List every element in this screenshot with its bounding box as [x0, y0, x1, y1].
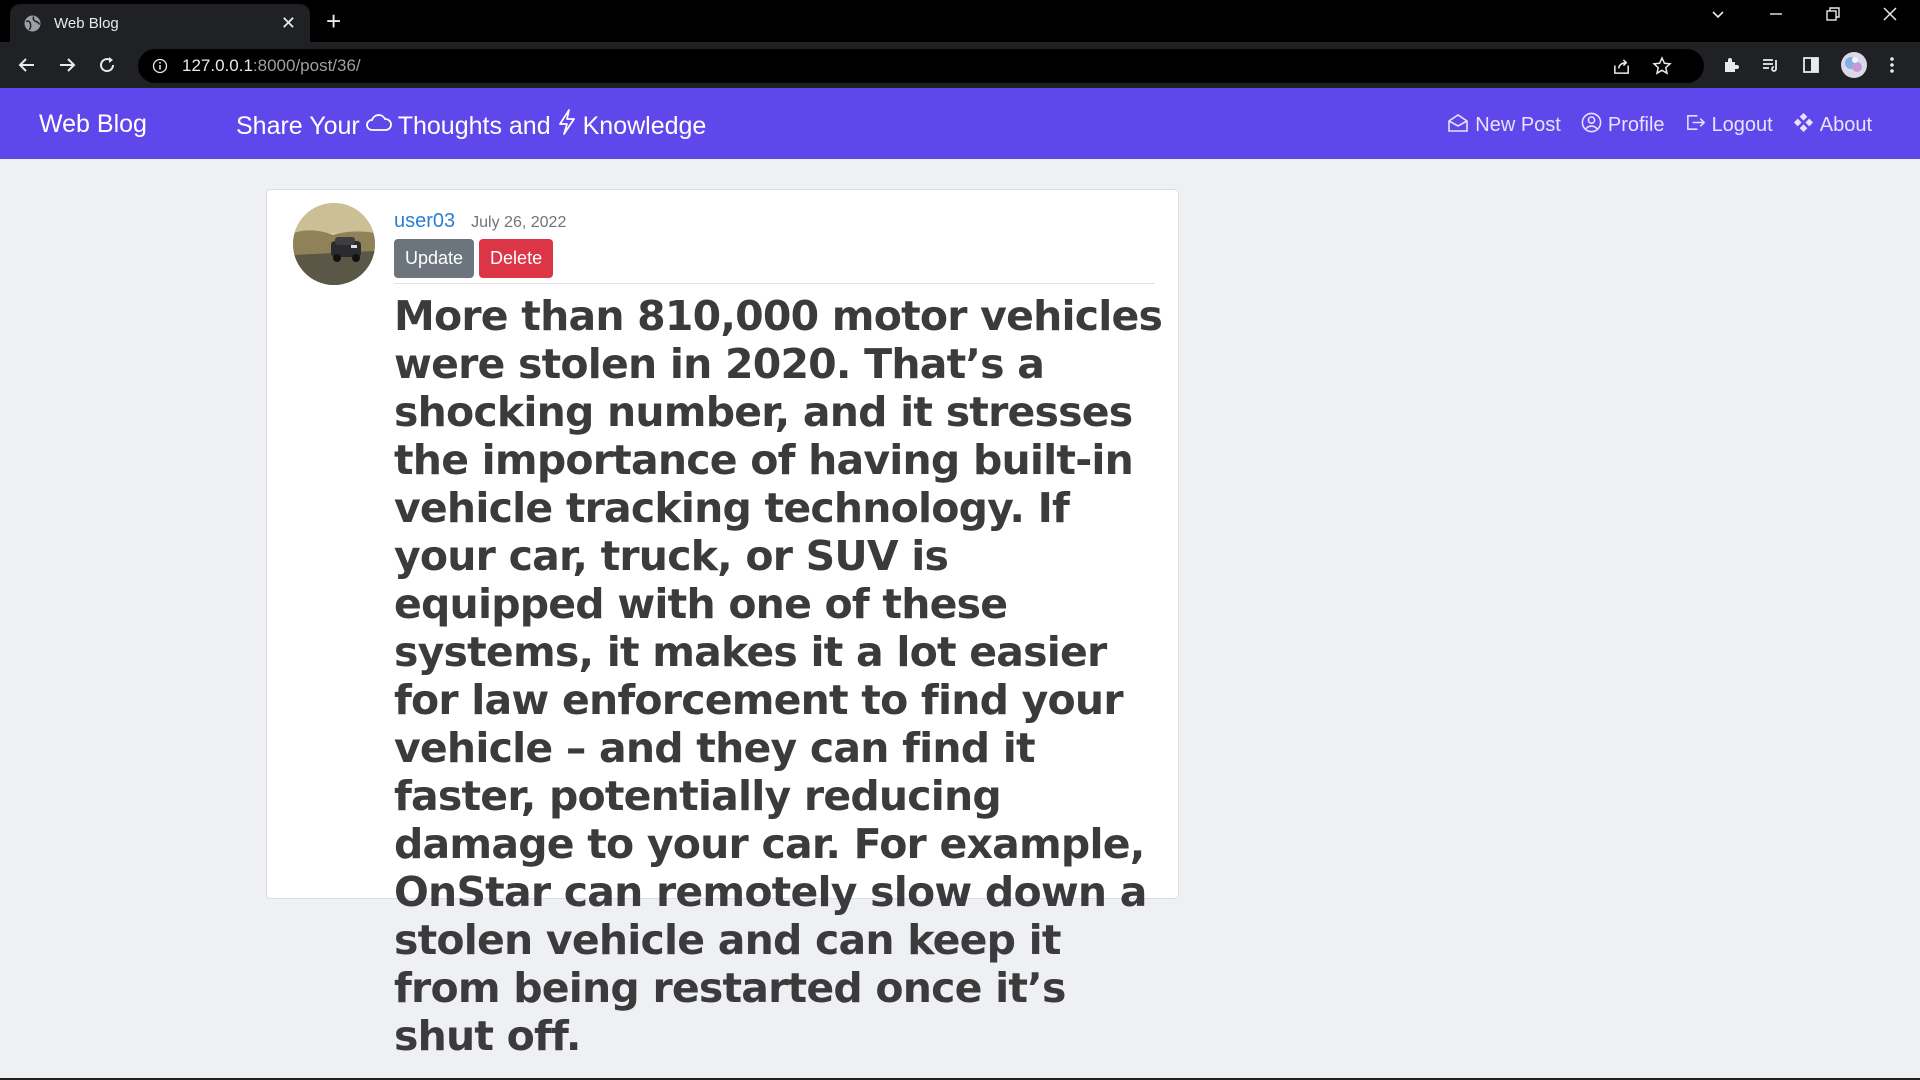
nav-new-post-label: New Post: [1475, 114, 1561, 136]
cloud-icon: [365, 112, 393, 141]
browser-toolbar: 127.0.0.1 :8000/post/36/: [0, 42, 1920, 88]
brand-link[interactable]: Web Blog: [39, 110, 147, 139]
media-playlist-icon[interactable]: [1759, 53, 1783, 77]
person-circle-icon: [1581, 112, 1602, 139]
nav-about[interactable]: About: [1793, 112, 1872, 139]
author-avatar[interactable]: [293, 203, 375, 285]
nav-profile[interactable]: Profile: [1581, 112, 1665, 139]
nav-profile-label: Profile: [1607, 114, 1665, 136]
info-icon[interactable]: [152, 58, 168, 74]
nav-logout[interactable]: Logout: [1685, 112, 1773, 139]
kebab-menu-icon[interactable]: [1880, 53, 1904, 77]
forward-arrow-icon[interactable]: [54, 52, 80, 78]
meta-divider: [394, 283, 1155, 284]
back-arrow-icon[interactable]: [14, 52, 40, 78]
minimize-icon[interactable]: [1768, 4, 1784, 25]
extensions-icon[interactable]: [1719, 53, 1743, 77]
tagline-text-1: Share Your: [236, 112, 360, 140]
share-icon[interactable]: [1612, 57, 1631, 81]
site-navbar: Web Blog Share Your Thoughts and Knowled…: [0, 88, 1920, 159]
browser-tab[interactable]: Web Blog ✕: [10, 4, 310, 42]
update-button[interactable]: Update: [394, 239, 475, 278]
nav-new-post[interactable]: New Post: [1447, 112, 1561, 139]
lightning-icon: [556, 109, 578, 143]
close-tab-icon[interactable]: ✕: [281, 14, 296, 32]
restore-icon[interactable]: [1825, 6, 1841, 27]
globe-icon: [24, 14, 42, 32]
tagline-text-3: Knowledge: [582, 112, 707, 140]
bookmark-star-icon[interactable]: [1652, 56, 1672, 81]
url-path: :8000/post/36/: [252, 56, 361, 75]
url-host: 127.0.0.1: [182, 56, 253, 75]
profile-avatar[interactable]: [1840, 51, 1868, 79]
tab-title: Web Blog: [54, 14, 119, 32]
tagline-text-2: Thoughts and: [397, 112, 551, 140]
address-bar[interactable]: 127.0.0.1 :8000/post/36/: [138, 49, 1704, 83]
diamond-grid-icon: [1793, 112, 1814, 139]
envelope-open-icon: [1447, 113, 1469, 139]
site-tagline: Share Your Thoughts and Knowledge: [236, 109, 707, 143]
post-content: More than 810,000 motor vehicles were st…: [394, 292, 1163, 1060]
post-date: July 26, 2022: [471, 214, 567, 231]
nav-logout-label: Logout: [1711, 114, 1773, 136]
reload-icon[interactable]: [94, 52, 120, 78]
post-card: user03 July 26, 2022 Update Delete More …: [266, 189, 1179, 1060]
close-window-icon[interactable]: [1882, 6, 1898, 27]
box-arrow-right-icon: [1685, 112, 1706, 139]
nav-links: New Post Profile Logout About: [1447, 112, 1872, 139]
new-tab-button[interactable]: +: [326, 8, 341, 34]
browser-tab-strip: Web Blog ✕ +: [0, 0, 1920, 42]
delete-button[interactable]: Delete: [479, 239, 554, 278]
post-actions: Update Delete: [394, 239, 554, 278]
tab-search-icon[interactable]: [1710, 6, 1726, 27]
side-panel-icon[interactable]: [1799, 53, 1823, 77]
nav-about-label: About: [1819, 114, 1872, 136]
author-link[interactable]: user03: [394, 210, 455, 233]
post-meta: user03 July 26, 2022: [394, 210, 566, 233]
